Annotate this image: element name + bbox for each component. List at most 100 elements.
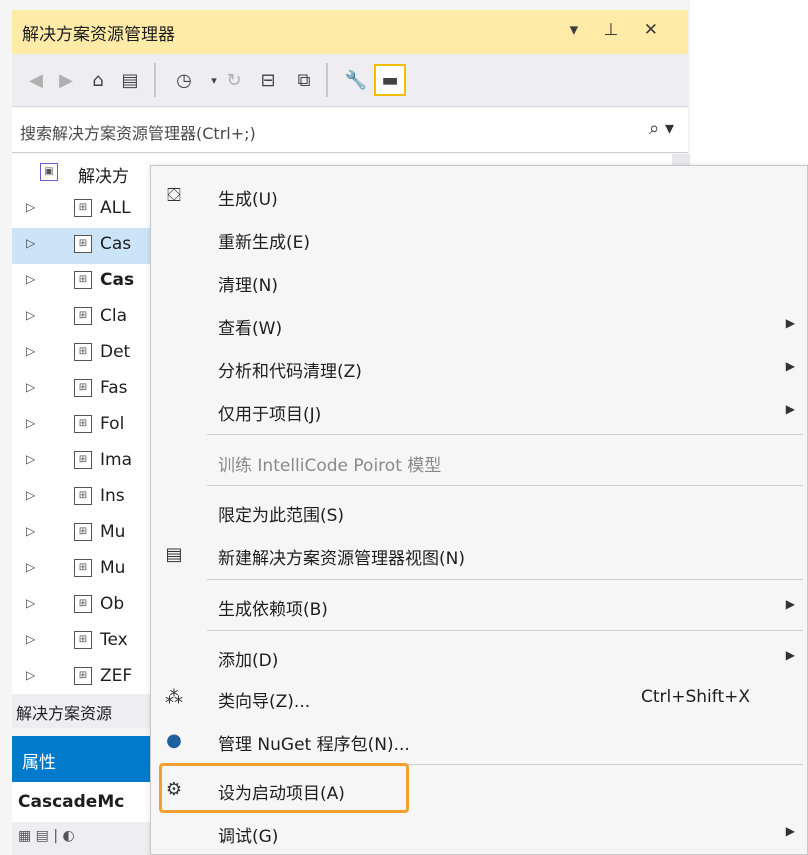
tree-item-label: Cla bbox=[100, 306, 128, 326]
highlight-box bbox=[159, 763, 409, 813]
tree-item-label: Ob bbox=[100, 594, 125, 614]
expand-arrow-icon[interactable]: ▷ bbox=[26, 380, 35, 394]
switch-views-icon[interactable]: ▤ bbox=[114, 64, 146, 96]
expand-arrow-icon[interactable]: ▷ bbox=[26, 452, 35, 466]
menu-item-build-dependencies[interactable]: 生成依赖项(B) ▶ bbox=[151, 584, 807, 627]
context-menu: ⛋ 生成(U) 重新生成(E) 清理(N) 查看(W) ▶ 分析和代码清理(Z)… bbox=[150, 165, 808, 855]
collapse-all-icon[interactable]: ⊟ bbox=[252, 64, 284, 96]
tree-item-label: Fas bbox=[100, 378, 128, 398]
solution-icon: ▣ bbox=[40, 163, 58, 181]
menu-item-label: 仅用于项目(J) bbox=[218, 405, 322, 425]
nuget-icon: ● bbox=[166, 729, 182, 751]
expand-arrow-icon[interactable]: ▷ bbox=[26, 236, 35, 250]
menu-item-label: 类向导(Z)... bbox=[218, 692, 311, 712]
tree-item-label: Mu bbox=[100, 558, 126, 578]
menu-item-label: 清理(N) bbox=[218, 276, 278, 296]
tree-item-label: Cas bbox=[100, 270, 135, 290]
project-icon: ⊞ bbox=[74, 235, 92, 253]
menu-item-manage-nuget[interactable]: ● 管理 NuGet 程序包(N)... bbox=[151, 719, 807, 762]
explorer-tab-label: 解决方案资源 bbox=[16, 704, 113, 723]
search-icon[interactable]: ⌕ ▾ bbox=[649, 118, 674, 139]
tree-item-label: Mu bbox=[100, 522, 126, 542]
show-all-files-icon[interactable]: ⧉ bbox=[288, 64, 320, 96]
refresh-icon[interactable]: ↻ bbox=[218, 64, 250, 96]
project-icon: ⊞ bbox=[74, 523, 92, 541]
menu-separator bbox=[207, 630, 803, 631]
tree-item-label: ALL bbox=[100, 198, 131, 218]
menu-item-label: 生成(U) bbox=[218, 190, 278, 210]
submenu-arrow-icon: ▶ bbox=[785, 359, 795, 373]
home-icon[interactable]: ⌂ bbox=[82, 64, 114, 96]
project-icon: ⊞ bbox=[74, 307, 92, 325]
expand-arrow-icon[interactable]: ▷ bbox=[26, 560, 35, 574]
preview-selected-icon[interactable]: ▬ bbox=[374, 64, 406, 96]
menu-separator bbox=[207, 579, 803, 580]
menu-item-label: 训练 IntelliCode Poirot 模型 bbox=[218, 456, 442, 476]
tree-item-label: Ins bbox=[100, 486, 125, 506]
expand-arrow-icon[interactable]: ▷ bbox=[26, 344, 35, 358]
menu-item-analyze[interactable]: 分析和代码清理(Z) ▶ bbox=[151, 346, 807, 389]
expand-arrow-icon[interactable]: ▷ bbox=[26, 272, 35, 286]
menu-separator bbox=[207, 434, 803, 435]
search-input[interactable]: 搜索解决方案资源管理器(Ctrl+;) bbox=[20, 120, 256, 144]
properties-toolbar-icons[interactable]: ▦ ▤ | ◐ bbox=[18, 828, 75, 844]
menu-item-new-view[interactable]: ▤ 新建解决方案资源管理器视图(N) bbox=[151, 533, 807, 576]
menu-item-label: 管理 NuGet 程序包(N)... bbox=[218, 735, 410, 755]
expand-arrow-icon[interactable]: ▷ bbox=[26, 596, 35, 610]
project-icon: ⊞ bbox=[74, 271, 92, 289]
project-icon: ⊞ bbox=[74, 595, 92, 613]
expand-arrow-icon[interactable]: ▷ bbox=[26, 668, 35, 682]
build-icon: ⛋ bbox=[167, 184, 181, 206]
title-buttons[interactable]: ▾ ⊥ ✕ bbox=[570, 20, 668, 40]
menu-item-label: 分析和代码清理(Z) bbox=[218, 362, 362, 382]
project-icon: ⊞ bbox=[74, 199, 92, 217]
expand-arrow-icon[interactable]: ▷ bbox=[26, 416, 35, 430]
expand-arrow-icon[interactable]: ▷ bbox=[26, 488, 35, 502]
menu-item-label: 调试(G) bbox=[218, 827, 279, 847]
expand-arrow-icon[interactable]: ▷ bbox=[26, 632, 35, 646]
menu-item-rebuild[interactable]: 重新生成(E) bbox=[151, 217, 807, 260]
submenu-arrow-icon: ▶ bbox=[785, 824, 795, 838]
submenu-arrow-icon: ▶ bbox=[785, 597, 795, 611]
tree-item-label: Det bbox=[100, 342, 131, 362]
menu-item-debug[interactable]: 调试(G) ▶ bbox=[151, 811, 807, 854]
menu-item-label: 重新生成(E) bbox=[218, 233, 311, 253]
menu-item-label: 新建解决方案资源管理器视图(N) bbox=[218, 549, 465, 569]
explorer-title: 解决方案资源管理器 bbox=[22, 25, 175, 45]
expand-arrow-icon[interactable]: ▷ bbox=[26, 308, 35, 322]
project-icon: ⊞ bbox=[74, 415, 92, 433]
menu-item-project-only[interactable]: 仅用于项目(J) ▶ bbox=[151, 389, 807, 432]
project-icon: ⊞ bbox=[74, 451, 92, 469]
menu-separator bbox=[207, 485, 803, 486]
menu-item-train-intellicode: 训练 IntelliCode Poirot 模型 bbox=[151, 440, 807, 483]
tree-item-label: 解决方 bbox=[78, 167, 129, 187]
forward-icon[interactable]: ▶ bbox=[50, 64, 82, 96]
tree-item-label: ZEF bbox=[100, 666, 133, 686]
tree-item-label: Ima bbox=[100, 450, 132, 470]
submenu-arrow-icon: ▶ bbox=[785, 316, 795, 330]
menu-item-build[interactable]: ⛋ 生成(U) bbox=[151, 174, 807, 217]
properties-wrench-icon[interactable]: 🔧 bbox=[340, 64, 372, 96]
submenu-arrow-icon: ▶ bbox=[785, 648, 795, 662]
class-wizard-icon: ⁂ bbox=[165, 686, 183, 708]
explorer-title-bar: 解决方案资源管理器 ▾ ⊥ ✕ bbox=[12, 10, 688, 54]
toolbar-separator bbox=[326, 63, 328, 97]
back-icon[interactable]: ◀ bbox=[20, 64, 52, 96]
tree-item-label: Fol bbox=[100, 414, 125, 434]
menu-item-scope-to-this[interactable]: 限定为此范围(S) bbox=[151, 490, 807, 533]
menu-item-class-wizard[interactable]: ⁂ 类向导(Z)... Ctrl+Shift+X bbox=[151, 676, 807, 719]
project-icon: ⊞ bbox=[74, 667, 92, 685]
menu-item-label: 添加(D) bbox=[218, 651, 279, 671]
menu-item-label: 生成依赖项(B) bbox=[218, 600, 328, 620]
project-icon: ⊞ bbox=[74, 343, 92, 361]
properties-name-label: CascadeMc bbox=[18, 792, 125, 812]
menu-item-view[interactable]: 查看(W) ▶ bbox=[151, 303, 807, 346]
pending-changes-icon[interactable]: ◷ bbox=[168, 64, 200, 96]
submenu-arrow-icon: ▶ bbox=[785, 402, 795, 416]
toolbar-separator bbox=[154, 63, 156, 97]
expand-arrow-icon[interactable]: ▷ bbox=[26, 200, 35, 214]
menu-item-clean[interactable]: 清理(N) bbox=[151, 260, 807, 303]
menu-item-add[interactable]: 添加(D) ▶ bbox=[151, 635, 807, 678]
search-box[interactable]: 搜索解决方案资源管理器(Ctrl+;) ⌕ ▾ bbox=[12, 108, 688, 153]
expand-arrow-icon[interactable]: ▷ bbox=[26, 524, 35, 538]
